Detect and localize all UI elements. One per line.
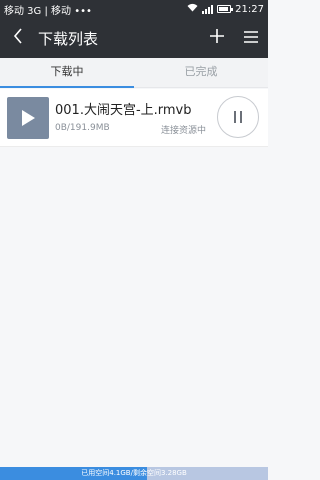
file-status: 连接资源中 (160, 126, 206, 136)
menu-icon (243, 29, 259, 48)
video-play-icon (7, 97, 49, 139)
status-bar: 移动 3G | 移动 ••• 21:27 (0, 0, 268, 18)
clock: 21:27 (235, 3, 264, 15)
file-size: 0B/191.9MB (55, 123, 110, 133)
plus-icon (209, 28, 225, 48)
page-title: 下载列表 (38, 29, 99, 48)
battery-icon (217, 5, 234, 13)
status-left: 移动 3G | 移动 ••• (4, 2, 92, 17)
tab-completed[interactable]: 已完成 (134, 58, 268, 87)
signal-icon (202, 4, 214, 14)
storage-bar: 已用空间4.1GB/剩余空间3.28GB (0, 467, 268, 480)
menu-button[interactable] (234, 18, 268, 58)
pause-button[interactable] (217, 96, 259, 138)
status-right: 21:27 (187, 3, 264, 15)
add-download-button[interactable] (200, 18, 234, 58)
pause-icon (232, 111, 244, 123)
back-icon (13, 28, 23, 48)
download-item[interactable]: 001.大闹天宫-上.rmvb 0B/191.9MB 连接资源中 (0, 89, 268, 147)
back-button[interactable] (0, 18, 36, 58)
tab-bar: 下载中 已完成 (0, 58, 268, 88)
storage-text: 已用空间4.1GB/剩余空间3.28GB (81, 469, 187, 477)
download-list: 001.大闹天宫-上.rmvb 0B/191.9MB 连接资源中 (0, 89, 268, 147)
carrier-text: 移动 3G | 移动 ••• (4, 5, 92, 17)
wifi-icon (187, 3, 198, 15)
app-bar: 下载列表 (0, 18, 268, 58)
tab-downloading[interactable]: 下载中 (0, 58, 134, 88)
file-name: 001.大闹天宫-上.rmvb (55, 103, 192, 118)
